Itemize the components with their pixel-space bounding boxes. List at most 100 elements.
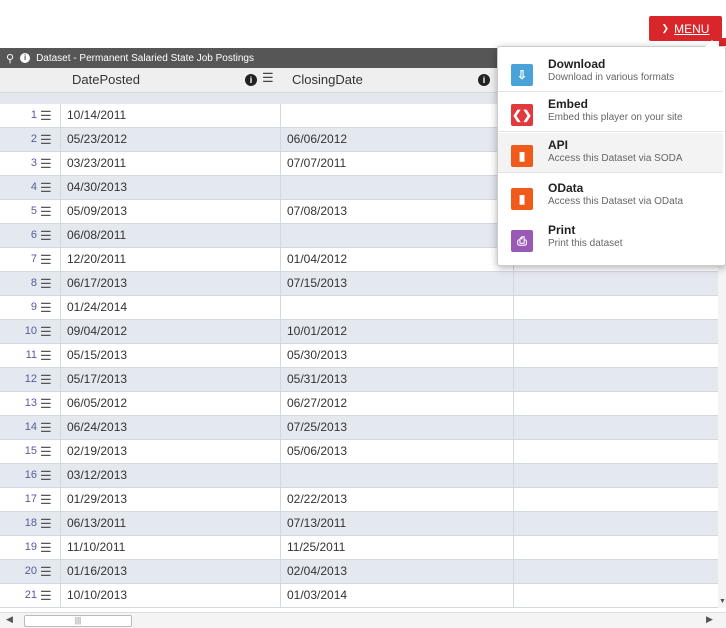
cell-closing-date[interactable] xyxy=(280,224,513,247)
cell-closing-date[interactable]: 02/04/2013 xyxy=(280,560,513,583)
row-details-icon[interactable]: ☰ xyxy=(40,128,54,151)
table-row[interactable]: 20 ☰ 01/16/2013 02/04/2013 xyxy=(0,560,726,584)
cell-date-posted[interactable]: 02/19/2013 xyxy=(60,440,280,463)
horizontal-scrollbar[interactable]: ◀ ||| ▶ xyxy=(0,612,726,628)
column-info-icon[interactable]: i xyxy=(245,74,257,86)
cell-closing-date[interactable]: 07/13/2011 xyxy=(280,512,513,535)
cell-date-posted[interactable]: 09/04/2012 xyxy=(60,320,280,343)
row-details-icon[interactable]: ☰ xyxy=(40,464,54,487)
table-row[interactable]: 16 ☰ 03/12/2013 xyxy=(0,464,726,488)
row-details-icon[interactable]: ☰ xyxy=(40,224,54,247)
table-row[interactable]: 12 ☰ 05/17/2013 05/31/2013 xyxy=(0,368,726,392)
row-details-icon[interactable]: ☰ xyxy=(40,416,54,439)
cell-empty[interactable] xyxy=(513,560,726,583)
row-details-icon[interactable]: ☰ xyxy=(40,368,54,391)
cell-date-posted[interactable]: 12/20/2011 xyxy=(60,248,280,271)
cell-closing-date[interactable]: 05/30/2013 xyxy=(280,344,513,367)
table-row[interactable]: 9 ☰ 01/24/2014 xyxy=(0,296,726,320)
cell-closing-date[interactable]: 07/25/2013 xyxy=(280,416,513,439)
cell-empty[interactable] xyxy=(513,320,726,343)
row-details-icon[interactable]: ☰ xyxy=(40,392,54,415)
cell-closing-date[interactable]: 10/01/2012 xyxy=(280,320,513,343)
menu-item-print[interactable]: ⎙ Print Print this dataset xyxy=(498,218,723,258)
cell-date-posted[interactable]: 05/09/2013 xyxy=(60,200,280,223)
row-details-icon[interactable]: ☰ xyxy=(40,440,54,463)
cell-closing-date[interactable] xyxy=(280,104,513,127)
table-row[interactable]: 18 ☰ 06/13/2011 07/13/2011 xyxy=(0,512,726,536)
cell-date-posted[interactable]: 06/05/2012 xyxy=(60,392,280,415)
menu-item-odata[interactable]: ▮ OData Access this Dataset via OData xyxy=(498,176,723,216)
search-icon[interactable]: ⚲ xyxy=(6,52,14,65)
table-row[interactable]: 17 ☰ 01/29/2013 02/22/2013 xyxy=(0,488,726,512)
cell-empty[interactable] xyxy=(513,464,726,487)
cell-closing-date[interactable]: 07/15/2013 xyxy=(280,272,513,295)
scroll-left-icon[interactable]: ◀ xyxy=(6,614,13,625)
cell-empty[interactable] xyxy=(513,344,726,367)
cell-date-posted[interactable]: 05/17/2013 xyxy=(60,368,280,391)
cell-empty[interactable] xyxy=(513,416,726,439)
menu-item-embed[interactable]: ❮❯ Embed Embed this player on your site xyxy=(498,92,723,132)
menu-button[interactable]: ❯ MENU xyxy=(649,16,722,41)
cell-date-posted[interactable]: 06/24/2013 xyxy=(60,416,280,439)
cell-date-posted[interactable]: 04/30/2013 xyxy=(60,176,280,199)
row-details-icon[interactable]: ☰ xyxy=(40,248,54,271)
cell-closing-date[interactable] xyxy=(280,296,513,319)
cell-empty[interactable] xyxy=(513,512,726,535)
row-details-icon[interactable]: ☰ xyxy=(40,272,54,295)
cell-empty[interactable] xyxy=(513,296,726,319)
cell-closing-date[interactable]: 05/06/2013 xyxy=(280,440,513,463)
cell-date-posted[interactable]: 01/29/2013 xyxy=(60,488,280,511)
cell-empty[interactable] xyxy=(513,392,726,415)
cell-closing-date[interactable]: 02/22/2013 xyxy=(280,488,513,511)
row-details-icon[interactable]: ☰ xyxy=(40,536,54,559)
cell-date-posted[interactable]: 05/15/2013 xyxy=(60,344,280,367)
cell-empty[interactable] xyxy=(513,488,726,511)
cell-closing-date[interactable]: 07/08/2013 xyxy=(280,200,513,223)
cell-date-posted[interactable]: 03/12/2013 xyxy=(60,464,280,487)
table-row[interactable]: 14 ☰ 06/24/2013 07/25/2013 xyxy=(0,416,726,440)
cell-closing-date[interactable] xyxy=(280,176,513,199)
row-details-icon[interactable]: ☰ xyxy=(40,488,54,511)
cell-empty[interactable] xyxy=(513,440,726,463)
scrollbar-thumb[interactable]: ||| xyxy=(24,615,132,627)
column-info-icon[interactable]: i xyxy=(478,74,490,86)
row-details-icon[interactable]: ☰ xyxy=(40,152,54,175)
row-details-icon[interactable]: ☰ xyxy=(40,320,54,343)
row-details-icon[interactable]: ☰ xyxy=(40,584,54,607)
column-menu-icon[interactable]: ☰ xyxy=(262,70,274,86)
cell-date-posted[interactable]: 06/08/2011 xyxy=(60,224,280,247)
cell-closing-date[interactable]: 06/27/2012 xyxy=(280,392,513,415)
table-row[interactable]: 19 ☰ 11/10/2011 11/25/2011 xyxy=(0,536,726,560)
row-details-icon[interactable]: ☰ xyxy=(40,176,54,199)
table-row[interactable]: 15 ☰ 02/19/2013 05/06/2013 xyxy=(0,440,726,464)
cell-closing-date[interactable]: 01/04/2012 xyxy=(280,248,513,271)
cell-closing-date[interactable]: 11/25/2011 xyxy=(280,536,513,559)
cell-date-posted[interactable]: 10/14/2011 xyxy=(60,104,280,127)
cell-closing-date[interactable]: 07/07/2011 xyxy=(280,152,513,175)
cell-date-posted[interactable]: 05/23/2012 xyxy=(60,128,280,151)
cell-date-posted[interactable]: 10/10/2013 xyxy=(60,584,280,607)
row-details-icon[interactable]: ☰ xyxy=(40,200,54,223)
table-row[interactable]: 13 ☰ 06/05/2012 06/27/2012 xyxy=(0,392,726,416)
cell-closing-date[interactable]: 01/03/2014 xyxy=(280,584,513,607)
table-row[interactable]: 8 ☰ 06/17/2013 07/15/2013 xyxy=(0,272,726,296)
cell-date-posted[interactable]: 01/16/2013 xyxy=(60,560,280,583)
row-details-icon[interactable]: ☰ xyxy=(40,296,54,319)
row-details-icon[interactable]: ☰ xyxy=(40,512,54,535)
cell-date-posted[interactable]: 03/23/2011 xyxy=(60,152,280,175)
cell-empty[interactable] xyxy=(513,584,726,607)
cell-closing-date[interactable] xyxy=(280,464,513,487)
row-details-icon[interactable]: ☰ xyxy=(40,344,54,367)
cell-date-posted[interactable]: 06/13/2011 xyxy=(60,512,280,535)
cell-empty[interactable] xyxy=(513,536,726,559)
column-header-dateposted[interactable]: DatePosted xyxy=(72,68,140,92)
cell-closing-date[interactable]: 06/06/2012 xyxy=(280,128,513,151)
cell-date-posted[interactable]: 06/17/2013 xyxy=(60,272,280,295)
row-details-icon[interactable]: ☰ xyxy=(40,560,54,583)
cell-date-posted[interactable]: 01/24/2014 xyxy=(60,296,280,319)
table-row[interactable]: 21 ☰ 10/10/2013 01/03/2014 xyxy=(0,584,726,608)
scroll-right-icon[interactable]: ▶ xyxy=(706,614,713,625)
row-details-icon[interactable]: ☰ xyxy=(40,104,54,127)
info-icon[interactable]: i xyxy=(20,53,31,63)
cell-closing-date[interactable]: 05/31/2013 xyxy=(280,368,513,391)
